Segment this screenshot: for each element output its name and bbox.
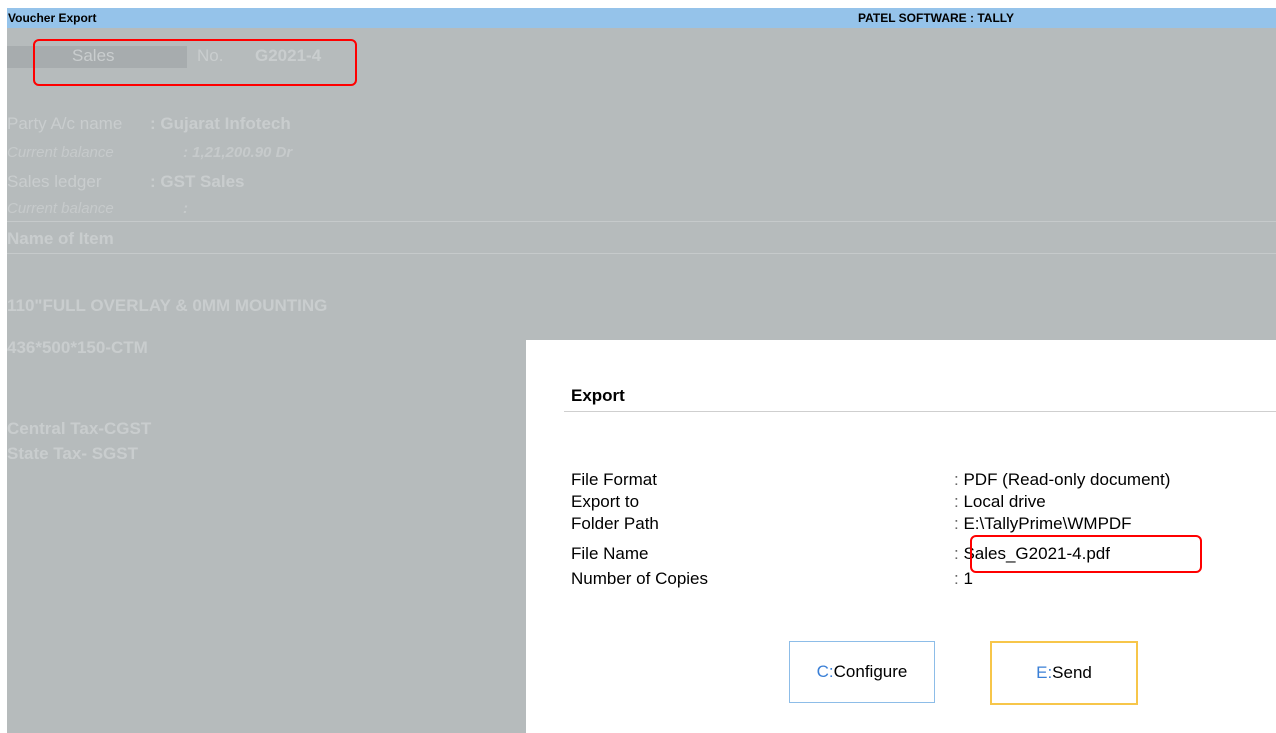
configure-shortcut-key: C: — [816, 662, 834, 681]
file-format-value[interactable]: : PDF (Read-only document) — [954, 470, 1170, 490]
export-to-value[interactable]: : Local drive — [954, 492, 1046, 512]
send-button[interactable]: E: Send — [990, 641, 1138, 705]
export-to-label: Export to — [571, 492, 640, 511]
send-shortcut-key: E: — [1036, 663, 1053, 682]
sales-ledger-label: Sales ledger — [7, 172, 102, 191]
export-dialog-title: Export — [571, 386, 625, 405]
party-balance-label: Current balance — [7, 144, 114, 161]
window-title: Voucher Export — [8, 11, 97, 25]
copies-value[interactable]: : 1 — [954, 569, 973, 589]
company-title: PATEL SOFTWARE : TALLY — [858, 11, 1014, 25]
tax-row: State Tax- SGST — [7, 444, 138, 463]
file-name-highlight-box — [970, 535, 1202, 573]
file-format-label: File Format — [571, 470, 657, 489]
dialog-title-rule — [564, 411, 1276, 412]
export-dialog: Export File Format : PDF (Read-only docu… — [526, 340, 1276, 733]
party-label: Party A/c name — [7, 114, 123, 133]
items-header: Name of Item — [7, 229, 114, 248]
items-header-bottom-rule — [7, 253, 1276, 254]
tax-row: Central Tax-CGST — [7, 419, 152, 438]
send-button-label: Send — [1052, 663, 1092, 682]
title-bar: Voucher Export PATEL SOFTWARE : TALLY — [7, 8, 1276, 28]
item-row: 110"FULL OVERLAY & 0MM MOUNTING — [7, 296, 328, 315]
party-value: : Gujarat Infotech — [150, 114, 291, 133]
sales-ledger-balance-label: Current balance — [7, 200, 114, 217]
copies-label: Number of Copies — [571, 569, 709, 588]
party-balance-value: : 1,21,200.90 Dr — [183, 144, 293, 161]
file-name-label: File Name — [571, 544, 649, 563]
folder-path-value[interactable]: : E:\TallyPrime\WMPDF — [954, 514, 1132, 534]
items-header-top-rule — [7, 221, 1276, 222]
item-row: 436*500*150-CTM — [7, 338, 148, 357]
sales-ledger-value: : GST Sales — [150, 172, 245, 191]
configure-button-label: Configure — [833, 662, 908, 681]
folder-path-label: Folder Path — [571, 514, 659, 533]
sales-ledger-balance-value: : — [183, 200, 188, 217]
voucher-highlight-box — [33, 39, 357, 86]
configure-button[interactable]: C: Configure — [789, 641, 935, 703]
